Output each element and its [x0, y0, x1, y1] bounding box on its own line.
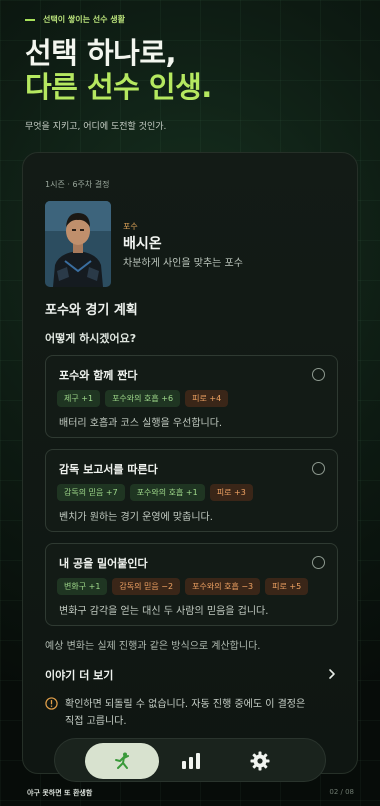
warning-text: 확인하면 되돌릴 수 없습니다. 자동 진행 중에도 이 결정은 직접 고릅니다…: [65, 696, 305, 730]
tab-settings[interactable]: [223, 743, 297, 779]
bar-chart-icon: [182, 753, 200, 769]
season-week-meta: 1시즌 · 6주차 결정: [45, 180, 110, 189]
effect-chip: 피로 +4: [185, 390, 229, 407]
chevron-right-icon: [329, 669, 335, 679]
section-title: 포수와 경기 계획: [45, 303, 138, 318]
warning-line-2: 직접 고릅니다.: [65, 716, 127, 727]
tab-play[interactable]: [85, 743, 159, 779]
choice-title: 내 공을 밀어붙인다: [59, 557, 148, 570]
effect-chip: 포수와의 호흡 −3: [185, 578, 261, 595]
choice-option-1[interactable]: 포수와 함께 짠다 제구 +1 포수와의 호흡 +6 피로 +4 배터리 호흡과…: [45, 355, 338, 438]
bottom-tab-bar: [54, 738, 326, 782]
choice-description: 배터리 호흡과 코스 실행을 우선합니다.: [59, 418, 223, 429]
choice-description: 변화구 감각을 얻는 대신 두 사람의 믿음을 겁니다.: [59, 606, 269, 617]
effect-chips: 감독의 믿음 +7 포수와의 호흡 +1 피로 +3: [57, 484, 253, 501]
choice-option-2[interactable]: 감독 보고서를 따른다 감독의 믿음 +7 포수와의 호흡 +1 피로 +3 벤…: [45, 449, 338, 532]
eyebrow-bar: [25, 18, 35, 21]
player-avatar: [45, 201, 111, 287]
effect-chip: 제구 +1: [57, 390, 101, 407]
effect-chip: 감독의 믿음 −2: [112, 578, 181, 595]
player-name: 배시온: [123, 236, 162, 252]
hero: 선택이 쌓이는 선수 생활 선택 하나로, 다른 선수 인생. 무엇을 지키고,…: [25, 14, 360, 132]
choice-title: 감독 보고서를 따른다: [59, 463, 158, 476]
radio-button[interactable]: [312, 368, 325, 381]
player-position-tag: 포수: [123, 222, 138, 231]
radio-button[interactable]: [312, 462, 325, 475]
tab-stats[interactable]: [154, 743, 228, 779]
hero-subtitle: 무엇을 지키고, 어디에 도전할 것인가.: [25, 122, 167, 133]
eyebrow: 선택이 쌓이는 선수 생활: [25, 14, 360, 25]
question: 어떻게 하시겠어요?: [45, 332, 137, 345]
effect-chips: 변화구 +1 감독의 믿음 −2 포수와의 호흡 −3 피로 +5: [57, 578, 309, 595]
effect-chips: 제구 +1 포수와의 호흡 +6 피로 +4: [57, 390, 229, 407]
choice-description: 벤치가 원하는 경기 운영에 맞춥니다.: [59, 512, 213, 523]
footer-title: 야구 못하면 또 환생함: [27, 789, 93, 797]
effect-chip: 감독의 믿음 +7: [57, 484, 125, 501]
eyebrow-text: 선택이 쌓이는 선수 생활: [43, 15, 125, 24]
hero-title-line2: 다른 선수 인생.: [25, 70, 212, 105]
calculation-note: 예상 변화는 실제 진행과 같은 방식으로 계산합니다.: [45, 641, 261, 652]
choice-title: 포수와 함께 짠다: [59, 369, 138, 382]
effect-chip: 피로 +3: [209, 484, 253, 501]
pitcher-icon: [115, 752, 129, 769]
effect-chip: 피로 +5: [265, 578, 309, 595]
page-indicator: 02 / 08: [329, 788, 354, 796]
warning-line-1: 확인하면 되돌릴 수 없습니다. 자동 진행 중에도 이 결정은: [65, 699, 306, 710]
decision-card: 1시즌 · 6주차 결정 포수 배시온 차분하게 사인을 맞추는 포수 포수와 …: [22, 152, 358, 774]
radio-button[interactable]: [312, 556, 325, 569]
effect-chip: 포수와의 호흡 +1: [129, 484, 205, 501]
effect-chip: 포수와의 호흡 +6: [105, 390, 181, 407]
hero-title-line1: 선택 하나로,: [25, 36, 177, 70]
gear-icon: [250, 751, 270, 771]
player-description: 차분하게 사인을 맞추는 포수: [123, 258, 243, 269]
more-story-label: 이야기 더 보기: [45, 669, 114, 682]
warning-icon: [45, 697, 58, 710]
more-story-link[interactable]: 이야기 더 보기: [45, 665, 338, 685]
choice-option-3[interactable]: 내 공을 밀어붙인다 변화구 +1 감독의 믿음 −2 포수와의 호흡 −3 피…: [45, 543, 338, 626]
effect-chip: 변화구 +1: [57, 578, 108, 595]
